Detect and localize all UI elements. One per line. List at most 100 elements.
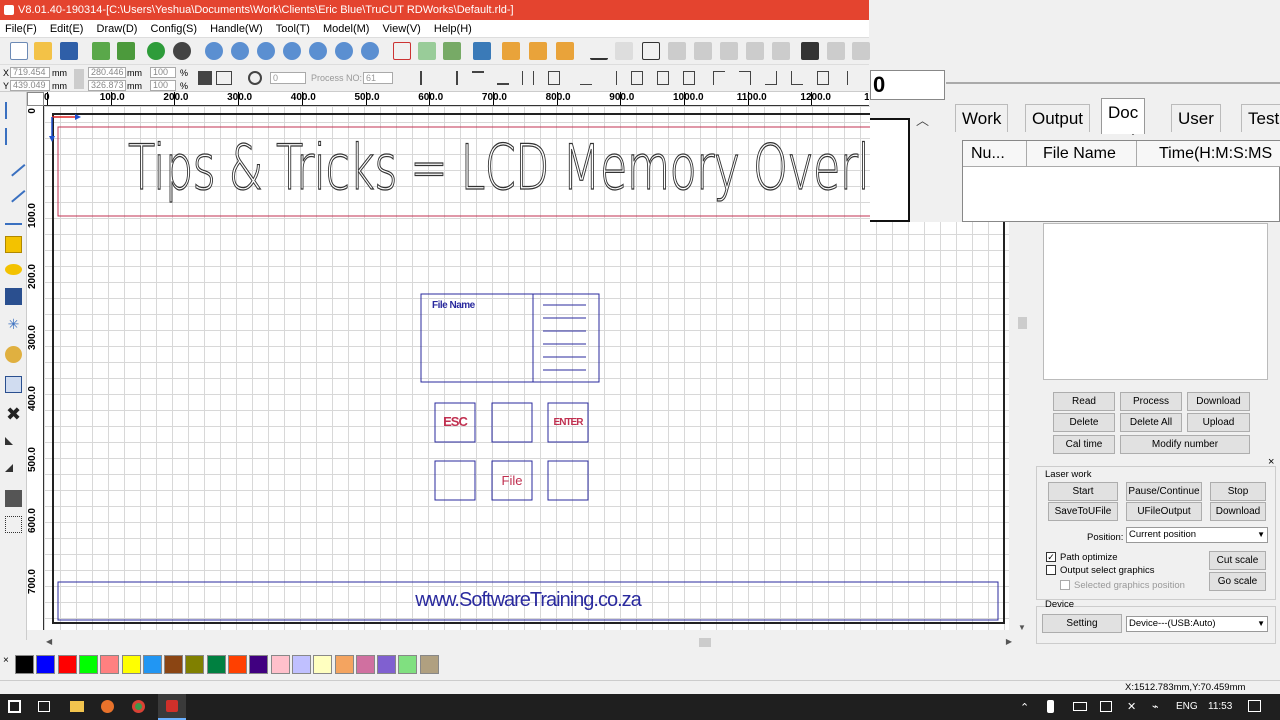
cut-scale-button[interactable]: Cut scale — [1209, 551, 1266, 570]
tab-output[interactable]: Output — [1025, 104, 1091, 132]
delete-button[interactable]: Delete — [1053, 413, 1115, 432]
doc-file-table[interactable]: Nu... File Name Time(H:M:S:MS — [962, 140, 1280, 222]
clock[interactable]: 11:53 — [1208, 701, 1232, 712]
selected-position-checkbox — [1060, 580, 1070, 590]
color-swatch[interactable] — [270, 655, 290, 674]
file-text[interactable]: File — [492, 473, 532, 488]
output-select-checkbox[interactable] — [1046, 565, 1056, 575]
color-swatch[interactable] — [398, 655, 418, 674]
lcd-list-box[interactable] — [532, 293, 600, 383]
scroll-down-icon[interactable]: ▼ — [1018, 623, 1026, 632]
canvas-vertical-scrollbar[interactable]: ▼ — [1015, 222, 1030, 634]
fragment-field: 0 — [870, 70, 945, 100]
scroll-right-icon[interactable]: ▶ — [1006, 637, 1012, 646]
key-box-blank[interactable] — [547, 460, 589, 501]
battery-icon[interactable] — [1073, 702, 1087, 711]
chrome-icon[interactable] — [132, 700, 145, 713]
canvas-horizontal-scrollbar[interactable]: ◀ ▶ — [44, 636, 1014, 649]
color-swatch[interactable] — [313, 655, 333, 674]
cal-time-button[interactable]: Cal time — [1053, 435, 1115, 454]
download-button[interactable]: Download — [1187, 392, 1250, 411]
usb-icon[interactable] — [1047, 700, 1054, 713]
firefox-icon[interactable] — [101, 700, 114, 713]
color-swatch[interactable] — [36, 655, 56, 674]
delete-all-button[interactable]: Delete All — [1120, 413, 1182, 432]
color-swatch[interactable] — [228, 655, 247, 674]
laser-work-title: Laser work — [1045, 469, 1092, 480]
laser-work-close-icon[interactable]: × — [1268, 456, 1274, 468]
scroll-thumb[interactable] — [699, 638, 711, 647]
design-layer — [49, 114, 999, 621]
color-swatch[interactable] — [164, 655, 184, 674]
task-view-icon[interactable] — [38, 701, 50, 712]
pause-continue-button[interactable]: Pause/Continue — [1126, 482, 1202, 501]
color-swatch[interactable] — [185, 655, 205, 674]
position-label: Position: — [1087, 532, 1124, 543]
path-optimize-checkbox[interactable]: ✓ — [1046, 552, 1056, 562]
origin-x-arrow — [75, 114, 81, 120]
palette-close-icon[interactable]: × — [3, 655, 9, 666]
key-box-blank[interactable] — [491, 402, 533, 443]
tab-doc[interactable]: Doc — [1101, 98, 1146, 134]
tab-user[interactable]: User — [1171, 104, 1221, 132]
language-indicator[interactable]: ENG — [1176, 701, 1198, 712]
collapse-up-icon[interactable]: ︿ — [916, 110, 929, 129]
col-number[interactable]: Nu... — [963, 141, 1027, 167]
key-box-blank[interactable] — [434, 460, 476, 501]
path-optimize-label: Path optimize — [1060, 552, 1118, 563]
color-swatch[interactable] — [121, 655, 141, 674]
start-windows-icon[interactable] — [8, 700, 21, 713]
panel-divider — [946, 82, 1280, 86]
scroll-left-icon[interactable]: ◀ — [46, 637, 52, 646]
start-button[interactable]: Start — [1048, 482, 1118, 501]
enter-text[interactable]: ENTER — [548, 417, 588, 428]
device-title: Device — [1045, 599, 1075, 610]
color-swatch[interactable] — [206, 655, 226, 674]
network-icon[interactable]: ⌁ — [1152, 700, 1159, 713]
show-hidden-icons-icon[interactable]: ⌃ — [1020, 701, 1029, 714]
device-setting-button[interactable]: Setting — [1042, 614, 1122, 633]
process-button[interactable]: Process — [1120, 392, 1182, 411]
color-swatch[interactable] — [15, 655, 34, 674]
go-scale-button[interactable]: Go scale — [1209, 572, 1266, 591]
color-swatch[interactable] — [78, 655, 98, 674]
dropdown-arrow-icon: ▼ — [1257, 530, 1265, 539]
color-swatch[interactable] — [355, 655, 375, 674]
notification-icon[interactable] — [1100, 701, 1112, 712]
position-select[interactable]: Current position ▼ — [1126, 527, 1268, 543]
color-swatch[interactable] — [249, 655, 269, 674]
headline-text[interactable]: Tips & Tricks = LCD Memory Overload — [128, 130, 874, 204]
stop-button[interactable]: Stop — [1210, 482, 1266, 501]
file-name-text[interactable]: File Name — [432, 300, 475, 311]
col-file-name[interactable]: File Name — [1027, 141, 1137, 167]
position-value: Current position — [1129, 529, 1197, 540]
color-swatch[interactable] — [334, 655, 354, 674]
device-select[interactable]: Device---(USB:Auto) ▼ — [1126, 616, 1268, 632]
tab-work[interactable]: Work — [955, 104, 1009, 132]
status-bar: X:1512.783mm,Y:70.459mm — [0, 680, 1280, 694]
action-center-icon[interactable] — [1248, 700, 1261, 712]
volume-icon[interactable]: ✕ — [1127, 700, 1136, 713]
col-time[interactable]: Time(H:M:S:MS — [1137, 141, 1280, 167]
read-button[interactable]: Read — [1053, 392, 1115, 411]
color-swatch[interactable] — [377, 655, 397, 674]
output-select-label: Output select graphics — [1060, 565, 1155, 576]
color-swatch[interactable] — [57, 655, 77, 674]
ufile-output-button[interactable]: UFileOutput — [1126, 502, 1202, 521]
download-button-laser[interactable]: Download — [1210, 502, 1266, 521]
scroll-thumb[interactable] — [1018, 317, 1027, 329]
esc-text[interactable]: ESC — [435, 414, 475, 429]
color-swatch[interactable] — [291, 655, 311, 674]
color-palette: × — [0, 652, 1035, 676]
tab-test[interactable]: Test — [1241, 104, 1280, 132]
modify-number-button[interactable]: Modify number — [1120, 435, 1250, 454]
upload-button[interactable]: Upload — [1187, 413, 1250, 432]
color-swatch[interactable] — [419, 655, 439, 674]
website-text[interactable]: www.SoftwareTraining.co.za — [58, 589, 998, 612]
rdworks-taskbar-item[interactable] — [158, 694, 186, 720]
color-swatch[interactable] — [100, 655, 120, 674]
file-explorer-icon[interactable] — [70, 701, 84, 712]
doc-file-list[interactable] — [1043, 223, 1268, 380]
color-swatch[interactable] — [142, 655, 162, 674]
save-to-ufile-button[interactable]: SaveToUFile — [1048, 502, 1118, 521]
